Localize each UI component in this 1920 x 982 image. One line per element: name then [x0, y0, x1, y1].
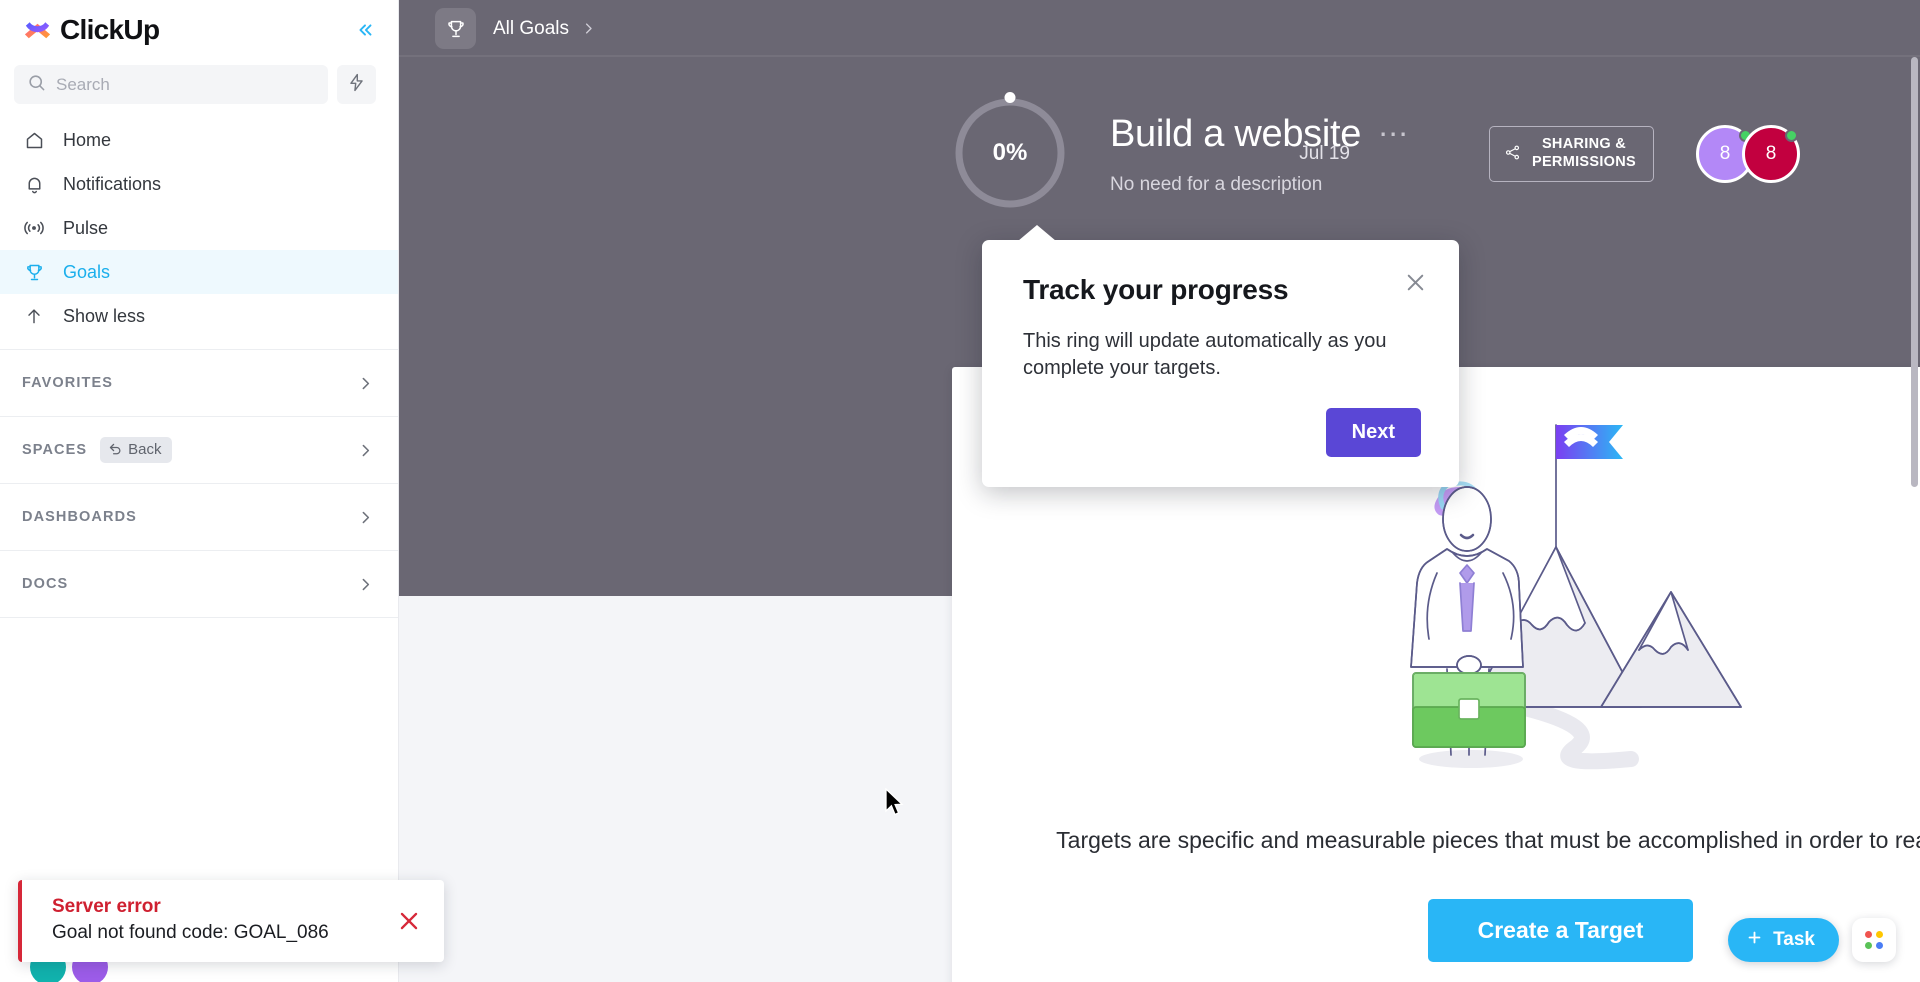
chevron-right-icon[interactable] — [581, 21, 596, 36]
bell-icon — [22, 174, 46, 195]
pulse-icon — [22, 217, 46, 239]
lightning-bolt-icon — [347, 73, 366, 97]
spaces-back-label: Back — [128, 441, 162, 458]
undo-arrow-icon — [108, 440, 123, 459]
sidebar-item-show-less[interactable]: Show less — [0, 294, 398, 338]
create-target-button[interactable]: Create a Target — [1427, 899, 1694, 962]
progress-percent-label: 0% — [992, 139, 1028, 166]
progress-ring-graphic: 0% — [952, 92, 1068, 211]
home-icon — [22, 130, 46, 151]
targets-description: Targets are specific and measurable piec… — [1056, 827, 1920, 853]
toast-message: Goal not found code: GOAL_086 — [52, 922, 329, 943]
scrollbar-thumb[interactable] — [1911, 57, 1918, 487]
error-toast: Server error Goal not found code: GOAL_0… — [18, 880, 444, 962]
section-label: FAVORITES — [22, 375, 114, 391]
section-label: SPACES — [22, 442, 88, 458]
plus-icon — [1746, 929, 1763, 952]
chevron-right-icon[interactable] — [357, 509, 374, 526]
sidebar-item-label: Show less — [63, 305, 146, 326]
avatar-initial: 8 — [1719, 143, 1731, 164]
sidebar-item-notifications[interactable]: Notifications — [0, 162, 398, 206]
clickup-logo-text: ClickUp — [60, 14, 160, 45]
trophy-icon[interactable] — [435, 8, 476, 49]
breadcrumb-bar: All Goals — [399, 0, 1920, 57]
sidebar-item-label: Pulse — [63, 217, 109, 238]
app-grid-icon — [1865, 931, 1883, 949]
section-label: DASHBOARDS — [22, 509, 137, 525]
search-icon — [27, 73, 46, 97]
sidebar-header: ClickUp — [0, 0, 398, 60]
clickup-app: ClickUp Search Home Notifications Pulse … — [0, 0, 1920, 982]
sharing-permissions-button[interactable]: SHARING & PERMISSIONS — [1488, 126, 1654, 182]
sidebar-section-docs[interactable]: DOCS — [0, 551, 398, 618]
sidebar-item-label: Home — [63, 129, 112, 150]
quick-action-bolt-button[interactable] — [337, 65, 376, 104]
sidebar-section-favorites[interactable]: FAVORITES — [0, 350, 398, 417]
search-input[interactable] — [56, 74, 315, 95]
popover-body: This ring will update automatically as y… — [1023, 330, 1387, 380]
sidebar-item-home[interactable]: Home — [0, 118, 398, 162]
sidebar-item-pulse[interactable]: Pulse — [0, 206, 398, 250]
share-label-line1: SHARING & — [1541, 136, 1627, 153]
avatar[interactable]: 8 — [1742, 125, 1800, 183]
search-box[interactable] — [14, 65, 328, 104]
avatar-initial: 8 — [1765, 143, 1777, 164]
popover-next-button[interactable]: Next — [1325, 408, 1421, 458]
close-x-icon[interactable] — [1403, 270, 1428, 295]
trophy-icon — [22, 262, 46, 283]
goal-header: 0% Build a website ⋯ No need for a descr… — [399, 57, 1920, 211]
new-task-label: Task — [1773, 929, 1815, 950]
chevron-right-icon[interactable] — [357, 576, 374, 593]
sidebar-search-row — [0, 65, 398, 104]
vertical-scrollbar[interactable] — [1910, 57, 1919, 982]
share-icon — [1504, 144, 1521, 164]
chevron-right-icon[interactable] — [357, 442, 374, 459]
close-x-icon[interactable] — [396, 908, 422, 934]
online-status-dot — [1785, 129, 1798, 142]
floating-action-bar: Task — [1728, 918, 1896, 962]
section-label: DOCS — [22, 576, 69, 592]
sidebar-item-goals[interactable]: Goals — [0, 250, 398, 294]
share-label-line2: PERMISSIONS — [1531, 154, 1636, 170]
clickup-logo-icon — [22, 15, 53, 46]
goal-due-date[interactable]: Jul 19 — [1299, 143, 1350, 165]
sidebar-item-label: Goals — [63, 261, 111, 282]
arrow-up-icon — [22, 306, 46, 326]
sidebar-nav: Home Notifications Pulse Goals Show less — [0, 118, 398, 338]
sidebar-section-dashboards[interactable]: DASHBOARDS — [0, 484, 398, 551]
onboarding-popover: Track your progress This ring will updat… — [982, 225, 1459, 488]
share-button-label: SHARING & PERMISSIONS — [1532, 136, 1636, 171]
sidebar: ClickUp Search Home Notifications Pulse … — [0, 0, 444, 982]
toast-title: Server error — [52, 896, 161, 917]
popover-title: Track your progress — [1023, 274, 1289, 305]
clickup-logo[interactable]: ClickUp — [22, 14, 160, 46]
goal-progress-ring[interactable]: 0% — [952, 92, 1068, 211]
sidebar-item-label: Notifications — [63, 173, 162, 194]
app-grid-button[interactable] — [1852, 918, 1896, 962]
sidebar-collapse-icon[interactable] — [350, 15, 380, 45]
chevron-right-icon[interactable] — [357, 375, 374, 392]
breadcrumb-all-goals[interactable]: All Goals — [493, 18, 569, 40]
sidebar-section-spaces[interactable]: SPACES Back — [0, 417, 398, 484]
spaces-back-button[interactable]: Back — [100, 437, 172, 463]
popover-arrow — [1018, 225, 1056, 241]
main-area: All Goals 0% Build a website ⋯ No need f… — [399, 0, 1920, 982]
goal-header-actions: Jul 19 SHARING & PERMISSIONS 8 8 — [1299, 125, 1800, 183]
goal-assignees: 8 8 — [1696, 125, 1800, 183]
new-task-button[interactable]: Task — [1728, 918, 1839, 962]
